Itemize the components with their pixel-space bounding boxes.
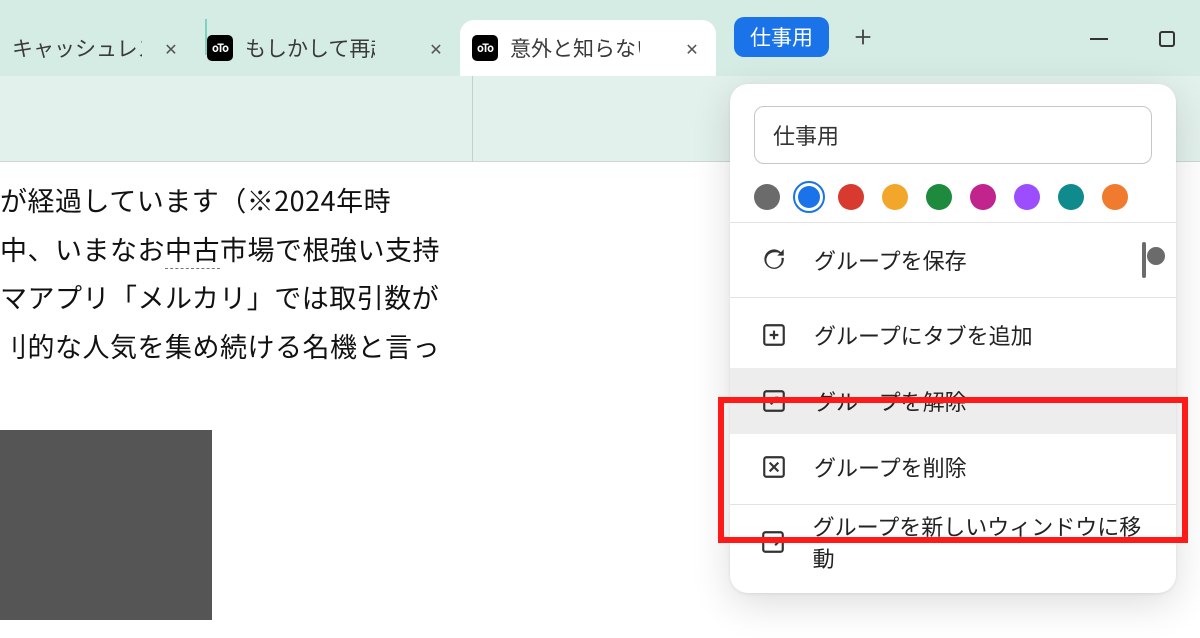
tab-cashless[interactable]: キャッシュレス決 ✕	[0, 20, 195, 76]
menu-label: グループを解除	[814, 385, 967, 417]
article-text: が経過しています（※2024年時 中、いまなお中古市場で根強い支持 マアプリ「メ…	[0, 176, 470, 370]
tab-strip: キャッシュレス決 ✕ oTo もしかして再起 ✕ oTo 意外と知らない ✕ 仕…	[0, 0, 1200, 76]
menu-label: グループを保存	[814, 244, 967, 276]
color-swatch-orange[interactable]	[1102, 184, 1128, 210]
window-maximize-button[interactable]	[1154, 26, 1180, 52]
article-image	[0, 430, 212, 620]
ungroup-icon	[760, 387, 788, 415]
tab-title: キャッシュレス決	[12, 33, 142, 63]
tab-title: 意外と知らない	[510, 33, 640, 63]
maximize-icon	[1159, 31, 1175, 47]
text-line: 刂的な人気を集め続ける名機と言っ	[0, 322, 470, 371]
menu-divider	[730, 297, 1176, 298]
color-swatch-blue[interactable]	[798, 186, 820, 208]
color-swatch-purple[interactable]	[1014, 184, 1040, 210]
color-swatch-grey[interactable]	[754, 184, 780, 210]
new-tab-button[interactable]	[847, 21, 879, 53]
refresh-icon	[760, 246, 788, 274]
menu-add-tab-to-group[interactable]: グループにタブを追加	[730, 302, 1176, 368]
menu-divider	[730, 504, 1176, 505]
menu-ungroup[interactable]: グループを解除	[730, 368, 1176, 434]
text-line: 中、いまなお中古市場で根強い支持	[0, 225, 470, 274]
tab-group-label[interactable]: 仕事用	[734, 17, 829, 57]
window-controls	[1086, 26, 1180, 52]
minimize-icon	[1090, 38, 1108, 40]
move-window-icon	[760, 528, 787, 556]
tab-title: もしかして再起	[245, 33, 375, 63]
save-group-toggle[interactable]	[1142, 244, 1146, 276]
menu-save-group[interactable]: グループを保存	[730, 227, 1176, 293]
color-swatch-cyan[interactable]	[1058, 184, 1084, 210]
color-swatch-pink[interactable]	[970, 184, 996, 210]
menu-label: グループを削除	[814, 451, 967, 483]
menu-label: グループを新しいウィンドウに移動	[813, 510, 1146, 574]
add-tab-icon	[760, 321, 788, 349]
vertical-divider	[472, 76, 473, 162]
color-swatch-red[interactable]	[838, 184, 864, 210]
menu-move-group-to-window[interactable]: グループを新しいウィンドウに移動	[730, 509, 1176, 575]
tab-group-popup: 仕事用 グループを保存 グループにタブを追加 グループを解除 グループを削除	[730, 84, 1176, 593]
favicon-icon: oTo	[207, 35, 233, 61]
group-name-input[interactable]: 仕事用	[754, 106, 1152, 164]
delete-icon	[760, 453, 788, 481]
close-icon[interactable]: ✕	[426, 38, 446, 58]
text-line: マアプリ「メルカリ」では取引数が	[0, 273, 470, 322]
plus-icon	[852, 26, 874, 48]
tab-restart[interactable]: oTo もしかして再起 ✕	[195, 20, 460, 76]
text-line: が経過しています（※2024年時	[0, 176, 470, 225]
close-icon[interactable]: ✕	[682, 38, 702, 58]
close-icon[interactable]: ✕	[161, 38, 181, 58]
color-swatch-green[interactable]	[926, 184, 952, 210]
tab-unknown-active[interactable]: oTo 意外と知らない ✕	[460, 20, 716, 76]
group-name-value: 仕事用	[773, 119, 839, 151]
favicon-icon: oTo	[472, 35, 498, 61]
color-swatch-yellow[interactable]	[882, 184, 908, 210]
menu-label: グループにタブを追加	[814, 319, 1033, 351]
window-minimize-button[interactable]	[1086, 26, 1112, 52]
menu-delete-group[interactable]: グループを削除	[730, 434, 1176, 500]
menu-divider	[730, 222, 1176, 223]
